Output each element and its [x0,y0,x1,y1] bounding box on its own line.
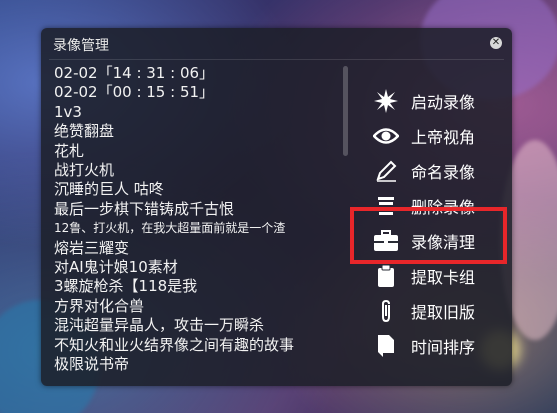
extract-deck-button[interactable]: 提取卡组 [361,258,511,293]
menu-label: 上帝视角 [411,127,476,147]
menu-label: 录像清理 [411,232,476,252]
replay-cleanup-button[interactable]: 录像清理 [361,223,511,258]
list-item[interactable]: 对AI鬼计娘10素材 [54,258,344,277]
list-item[interactable]: 花札 [54,142,344,161]
toolbox-icon [373,229,399,253]
menu-label: 提取卡组 [411,267,476,287]
panel-title: 录像管理 [53,38,109,54]
paperclip-icon [373,299,399,323]
pencil-icon [373,159,399,183]
god-view-button[interactable]: 上帝视角 [361,118,511,153]
close-icon[interactable]: ✕ [490,37,502,49]
list-item[interactable]: 熔岩三耀变 [54,239,344,258]
list-item[interactable]: 12鲁、打火机，在我大超量面前就是一个渣 [54,219,344,238]
starburst-icon [373,88,399,113]
delete-replay-button[interactable]: 删除录像 [361,188,511,223]
document-icon [373,334,399,358]
list-item[interactable]: 1v3 [54,103,344,122]
list-item[interactable]: 不知火和业火结界像之间有趣的故事 [54,336,344,355]
replay-list[interactable]: 02-02「14 : 31 : 06」 02-02「00 : 15 : 51」 … [54,64,344,378]
list-item[interactable]: 混沌超量异晶人，攻击一万瞬杀 [54,316,344,335]
replay-manager-panel: 录像管理 ✕ 02-02「14 : 31 : 06」 02-02「00 : 15… [41,28,512,386]
eye-icon [373,124,399,148]
menu-label: 时间排序 [411,337,476,357]
start-replay-button[interactable]: 启动录像 [361,83,511,118]
list-item[interactable]: 沉睡的巨人 咕咚 [54,180,344,199]
menu-label: 命名录像 [411,162,476,182]
list-item[interactable]: 02-02「14 : 31 : 06」 [54,64,344,83]
extract-old-version-button[interactable]: 提取旧版 [361,293,511,328]
list-item[interactable]: 02-02「00 : 15 : 51」 [54,83,344,102]
rename-replay-button[interactable]: 命名录像 [361,153,511,188]
list-item[interactable]: 极限说书帝 [54,355,344,374]
list-item[interactable]: 绝赞翻盘 [54,122,344,141]
list-item[interactable]: 最后一步棋下错铸成千古恨 [54,200,344,219]
clipboard-icon [373,264,399,288]
menu-label: 启动录像 [411,92,476,112]
trash-icon [373,194,399,218]
sort-by-time-button[interactable]: 时间排序 [361,328,511,363]
title-divider [49,59,504,60]
list-item[interactable]: 方界对化合兽 [54,297,344,316]
list-item[interactable]: 3螺旋枪杀【118是我 [54,277,344,296]
list-scrollbar[interactable] [343,66,348,156]
menu-label: 提取旧版 [411,302,476,322]
menu-label: 删除录像 [411,197,476,217]
list-item[interactable]: 战打火机 [54,161,344,180]
action-menu: 启动录像 上帝视角 命名录像 删除录像 录像清理 提取卡组 提取旧版 时间排序 [361,83,511,363]
